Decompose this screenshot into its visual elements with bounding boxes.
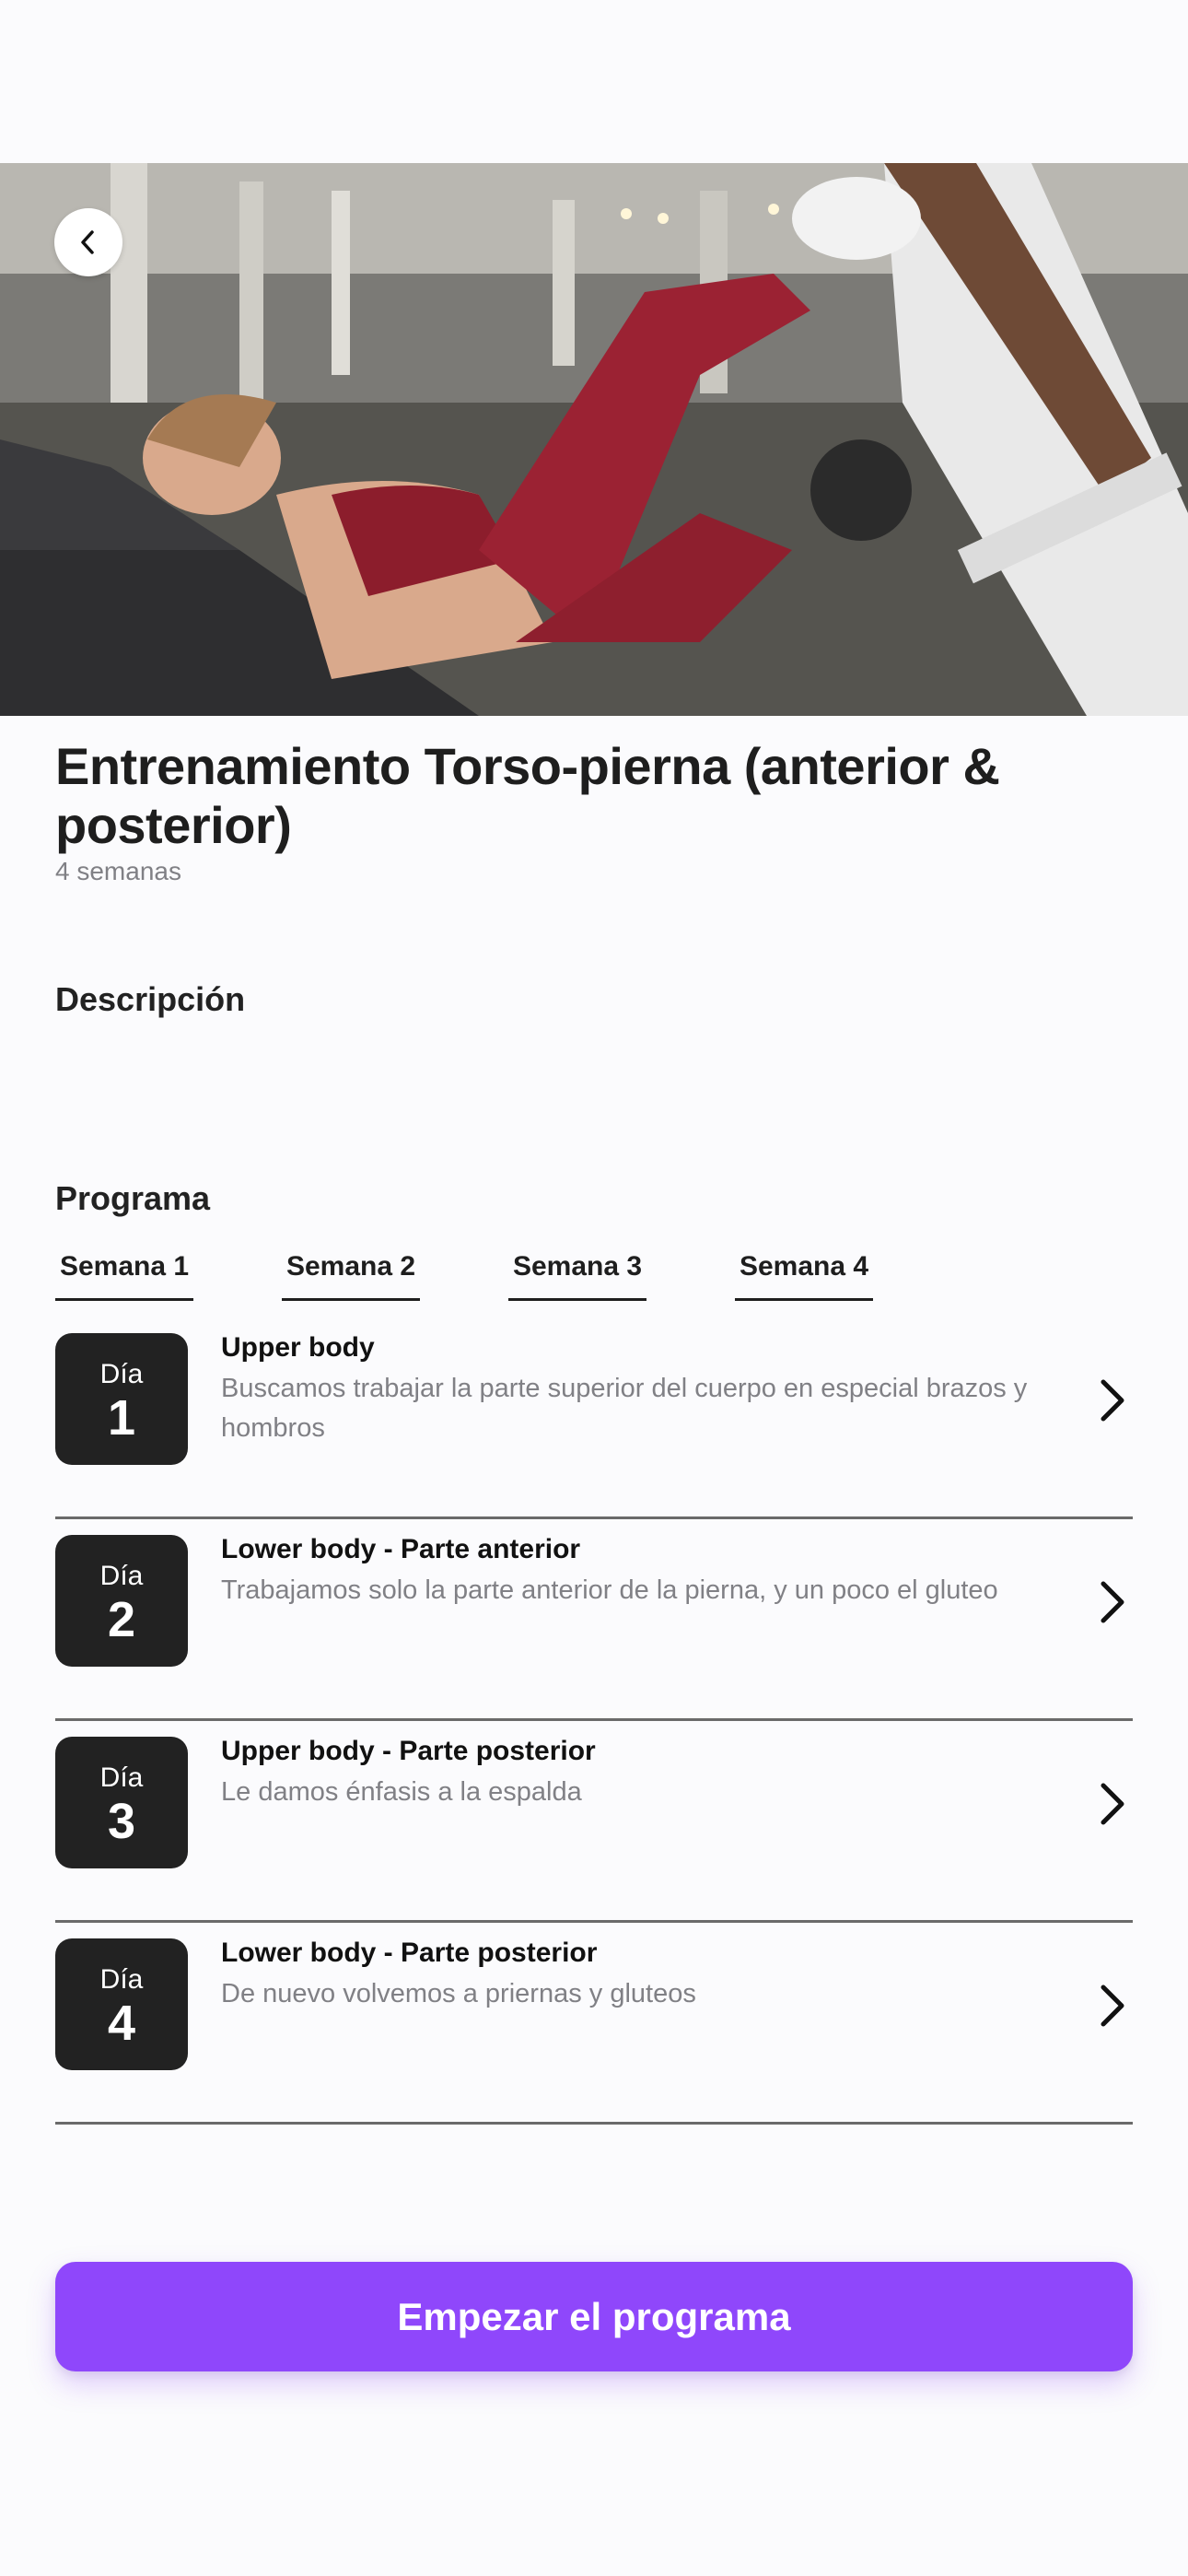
tab-semana-4[interactable]: Semana 4 <box>735 1249 873 1301</box>
day-badge-number: 4 <box>107 1996 136 2051</box>
day-badge-number: 3 <box>107 1794 136 1849</box>
day-badge-label: Día <box>99 1359 144 1389</box>
program-duration: 4 semanas <box>55 857 181 885</box>
day-badge-number: 1 <box>107 1390 136 1446</box>
day-title: Lower body - Parte anterior <box>221 1534 581 1564</box>
program-heading: Programa <box>55 1179 211 1217</box>
back-button[interactable] <box>54 208 122 276</box>
tab-semana-2[interactable]: Semana 2 <box>282 1249 420 1301</box>
program-detail-screen: Entrenamiento Torso-pierna (anterior & p… <box>0 0 1188 2576</box>
hero-image <box>0 163 1188 716</box>
tab-semana-3[interactable]: Semana 3 <box>508 1249 646 1301</box>
day-badge: Día 2 <box>55 1535 188 1667</box>
day-row-3[interactable]: Día 3 Upper body - Parte posterior Le da… <box>55 1721 1133 1923</box>
week-tabs: Semana 1 Semana 2 Semana 3 Semana 4 <box>55 1249 1133 1301</box>
day-badge: Día 4 <box>55 1938 188 2070</box>
day-badge-label: Día <box>99 1762 144 1793</box>
chevron-right-icon <box>1101 1379 1124 1422</box>
chevron-right-icon <box>1101 1783 1124 1825</box>
day-badge: Día 3 <box>55 1737 188 1868</box>
day-description: Le damos énfasis a la espalda <box>221 1777 582 1807</box>
day-badge-number: 2 <box>107 1592 136 1647</box>
day-list: Día 1 Upper body Buscamos trabajar la pa… <box>55 1317 1133 2125</box>
program-title: Entrenamiento Torso-pierna (anterior & p… <box>55 737 1000 854</box>
day-title: Lower body - Parte posterior <box>221 1938 598 1968</box>
day-row-1[interactable]: Día 1 Upper body Buscamos trabajar la pa… <box>55 1317 1133 1519</box>
gym-photo-illustration <box>0 163 1188 716</box>
day-row-4[interactable]: Día 4 Lower body - Parte posterior De nu… <box>55 1923 1133 2125</box>
chevron-right-icon <box>1101 1985 1124 2027</box>
day-description: Trabajamos solo la parte anterior de la … <box>221 1575 998 1605</box>
day-badge: Día 1 <box>55 1333 188 1465</box>
day-badge-label: Día <box>99 1964 144 1995</box>
day-title: Upper body - Parte posterior <box>221 1736 596 1766</box>
tab-semana-1[interactable]: Semana 1 <box>55 1249 193 1301</box>
chevron-left-icon <box>81 230 94 254</box>
day-row-2[interactable]: Día 2 Lower body - Parte anterior Trabaj… <box>55 1519 1133 1721</box>
chevron-right-icon <box>1101 1581 1124 1623</box>
day-description: De nuevo volvemos a priernas y gluteos <box>221 1979 696 2008</box>
description-heading: Descripción <box>55 980 246 1018</box>
start-program-button[interactable]: Empezar el programa <box>55 2262 1133 2371</box>
day-badge-label: Día <box>99 1561 144 1591</box>
day-description: Buscamos trabajar la parte superior del … <box>221 1374 1028 1443</box>
day-title: Upper body <box>221 1332 375 1363</box>
